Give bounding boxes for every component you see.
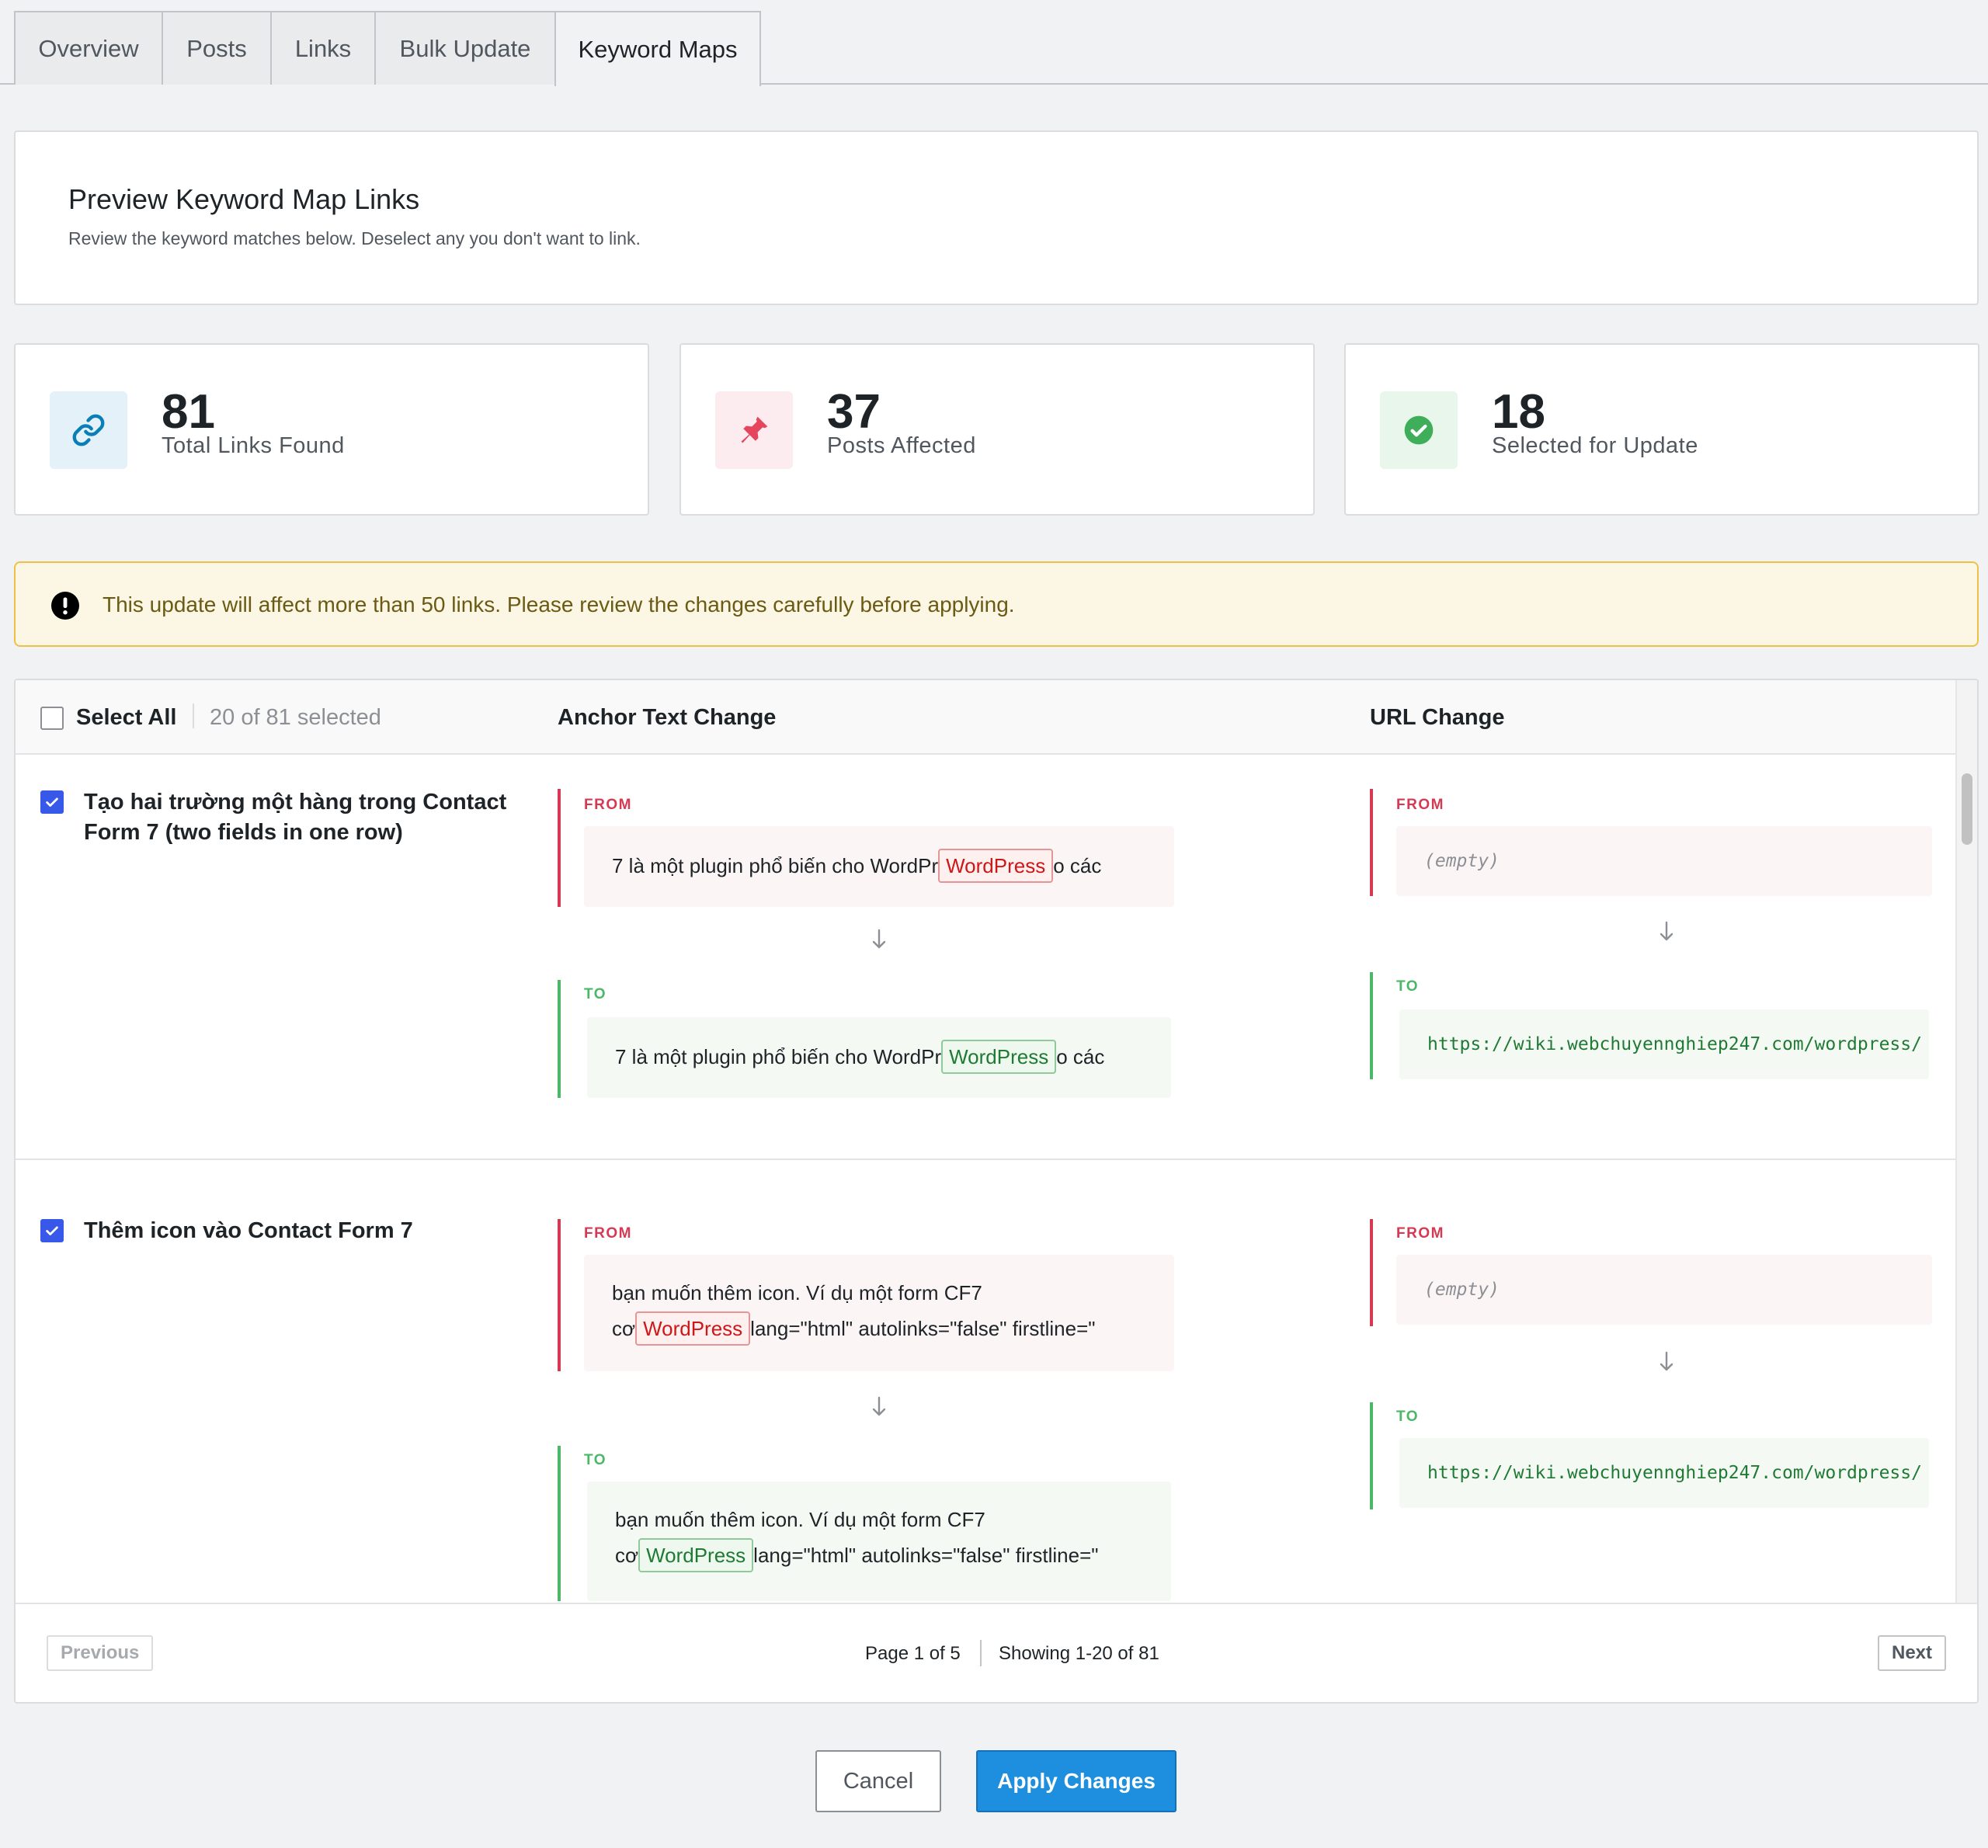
from-label: FROM [584, 1225, 632, 1242]
column-header-anchor: Anchor Text Change [558, 705, 777, 730]
text-line: cơ WordPress lang="html" autolinks="false"… [612, 1311, 1146, 1346]
stat-value: 81 [162, 385, 215, 439]
page-indicator: Page 1 of 5 [865, 1643, 961, 1664]
previous-page-button[interactable]: Previous [47, 1635, 154, 1671]
url-to-block: TO https://wiki.webchuyennghiep247.com/w… [1370, 972, 1929, 1079]
url-to-value: https://wiki.webchuyennghiep247.com/word… [1399, 1438, 1929, 1508]
warning-notice: This update will affect more than 50 lin… [14, 561, 1979, 647]
tab-overview[interactable]: Overview [14, 11, 163, 85]
stat-value: 18 [1492, 385, 1545, 439]
cancel-button[interactable]: Cancel [815, 1750, 941, 1812]
select-all-checkbox[interactable] [40, 707, 64, 730]
arrow-down-icon [1660, 1351, 1673, 1371]
row-checkbox[interactable] [40, 1219, 64, 1242]
text-line: bạn muốn thêm icon. Ví dụ một form CF7 [615, 1508, 985, 1531]
to-label: TO [1396, 978, 1420, 995]
anchor-from-text: bạn muốn thêm icon. Ví dụ một form CF7 c… [584, 1255, 1174, 1371]
table-header: Select All 20 of 81 selected Anchor Text… [16, 680, 1955, 755]
anchor-to-text: 7 là một plugin phổ biến cho WordPr WordP… [587, 1017, 1171, 1098]
to-label: TO [1396, 1409, 1420, 1425]
arrow-down-icon [872, 1396, 886, 1416]
keyword-highlight: WordPress [638, 1538, 754, 1572]
link-icon [50, 391, 127, 469]
divider [193, 703, 194, 728]
anchor-from-block: FROM 7 là một plugin phổ biến cho WordPr… [558, 789, 1174, 907]
check-icon [46, 1226, 58, 1235]
exclamation-circle-icon [51, 592, 79, 620]
url-from-block: FROM (empty) [1370, 1219, 1932, 1326]
preview-header-card: Preview Keyword Map Links Review the key… [14, 130, 1979, 305]
scrollbar-thumb[interactable] [1962, 773, 1972, 845]
apply-changes-button[interactable]: Apply Changes [976, 1750, 1176, 1812]
url-to-block: TO https://wiki.webchuyennghiep247.com/w… [1370, 1402, 1929, 1509]
keyword-highlight: WordPress [938, 849, 1054, 883]
tab-bulk-update[interactable]: Bulk Update [374, 11, 556, 85]
to-label: TO [584, 1452, 607, 1468]
arrow-down-icon [872, 929, 886, 949]
post-title: Thêm icon vào Contact Form 7 [84, 1218, 413, 1243]
stat-label: Posts Affected [827, 433, 976, 458]
text-before: 7 là một plugin phổ biến cho WordPr [612, 854, 939, 877]
keyword-highlight: WordPress [635, 1311, 751, 1346]
text-after: o các [1056, 1045, 1105, 1068]
page-subtitle: Review the keyword matches below. Desele… [68, 228, 641, 248]
pagination: Previous Page 1 of 5 Showing 1-20 of 81 … [16, 1603, 1977, 1702]
from-label: FROM [584, 797, 632, 813]
from-label: FROM [1396, 797, 1444, 813]
stat-card-total-links: 81 Total Links Found [14, 343, 649, 516]
tab-posts[interactable]: Posts [162, 11, 272, 85]
tab-keyword-maps[interactable]: Keyword Maps [554, 11, 761, 86]
from-label: FROM [1396, 1225, 1444, 1242]
text-line: bạn muốn thêm icon. Ví dụ một form CF7 [612, 1281, 982, 1304]
tab-links[interactable]: Links [270, 11, 376, 85]
select-all-label[interactable]: Select All [76, 705, 176, 731]
nav-tabs: Overview Posts Links Bulk Update Keyword… [0, 0, 1988, 86]
selected-count: 20 of 81 selected [210, 705, 381, 730]
post-title: Tạo hai trường một hàng trong Contact Fo… [84, 790, 507, 845]
text-after: lang="html" autolinks="false" firstline=… [753, 1544, 1099, 1567]
stat-value: 37 [827, 385, 881, 439]
pushpin-icon [715, 391, 793, 469]
url-from-value: (empty) [1396, 826, 1932, 896]
text-before: cơ [612, 1317, 636, 1340]
warning-text: This update will affect more than 50 lin… [103, 592, 1015, 617]
next-page-button[interactable]: Next [1878, 1635, 1947, 1671]
url-from-value: (empty) [1396, 1255, 1932, 1325]
check-icon [46, 797, 58, 807]
anchor-to-text: bạn muốn thêm icon. Ví dụ một form CF7 c… [587, 1482, 1171, 1601]
page-title: Preview Keyword Map Links [68, 183, 420, 215]
anchor-from-block: FROM bạn muốn thêm icon. Ví dụ một form … [558, 1219, 1174, 1371]
showing-range: Showing 1-20 of 81 [999, 1643, 1159, 1664]
text-before: cơ [615, 1544, 639, 1567]
text-after: lang="html" autolinks="false" firstline=… [750, 1317, 1096, 1340]
table-row: Tạo hai trường một hàng trong Contact Fo… [16, 755, 1955, 1158]
row-checkbox[interactable] [40, 790, 64, 814]
anchor-to-block: TO bạn muốn thêm icon. Ví dụ một form CF… [558, 1446, 1171, 1601]
check-circle-icon [1380, 391, 1458, 469]
text-after: o các [1053, 854, 1102, 877]
anchor-from-text: 7 là một plugin phổ biến cho WordPr WordP… [584, 826, 1174, 907]
keyword-highlight: WordPress [941, 1040, 1057, 1074]
anchor-to-block: TO 7 là một plugin phổ biến cho WordPr Wo… [558, 980, 1171, 1098]
keyword-map-table: Select All 20 of 81 selected Anchor Text… [14, 679, 1979, 1704]
stat-label: Total Links Found [162, 433, 345, 458]
to-label: TO [584, 986, 607, 1002]
text-line: cơ WordPress lang="html" autolinks="false"… [615, 1537, 1143, 1573]
divider [980, 1640, 982, 1666]
stat-card-posts-affected: 37 Posts Affected [679, 343, 1315, 516]
table-row: Thêm icon vào Contact Form 7 FROM bạn mu… [16, 1160, 1955, 1603]
arrow-down-icon [1660, 921, 1673, 941]
table-scroll-area[interactable]: Tạo hai trường một hàng trong Contact Fo… [16, 755, 1955, 1603]
stat-label: Selected for Update [1492, 433, 1698, 458]
stat-card-selected: 18 Selected for Update [1344, 343, 1979, 516]
url-from-block: FROM (empty) [1370, 789, 1932, 896]
url-to-value: https://wiki.webchuyennghiep247.com/word… [1399, 1009, 1929, 1079]
text-before: 7 là một plugin phổ biến cho WordPr [615, 1045, 942, 1068]
column-header-url: URL Change [1370, 705, 1505, 730]
